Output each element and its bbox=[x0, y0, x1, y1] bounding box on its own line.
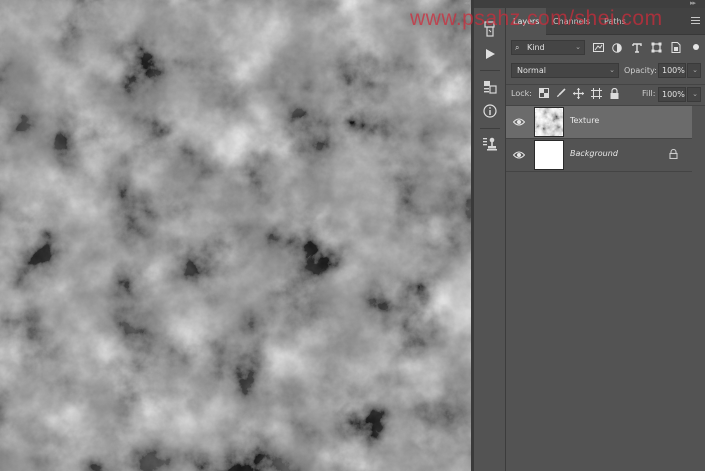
visibility-eye-icon[interactable] bbox=[513, 117, 525, 127]
filter-toggle-icon[interactable] bbox=[693, 44, 699, 50]
chevron-down-icon: ⌄ bbox=[692, 90, 698, 98]
layer-filter-row: ⌕ Kind ⌄ bbox=[506, 40, 705, 56]
panel-menu-icon[interactable] bbox=[691, 17, 700, 25]
opacity-dropdown[interactable]: ⌄ bbox=[687, 63, 701, 78]
search-icon: ⌕ bbox=[515, 43, 520, 52]
lock-label: Lock: bbox=[511, 89, 532, 98]
lock-all-icon[interactable] bbox=[610, 87, 619, 101]
fill-dropdown[interactable]: ⌄ bbox=[687, 87, 701, 102]
blend-mode-value: Normal bbox=[517, 66, 546, 75]
type-filter-icon[interactable] bbox=[630, 40, 644, 55]
fill-input[interactable]: 100% bbox=[658, 87, 686, 102]
strip-separator bbox=[480, 70, 500, 71]
cloud-texture-image bbox=[0, 0, 471, 471]
adjustment-filter-icon[interactable] bbox=[610, 40, 624, 55]
clone-source-icon[interactable] bbox=[474, 133, 506, 155]
blend-opacity-row: Normal ⌄ Opacity: 100% ⌄ bbox=[506, 63, 705, 79]
lock-image-pixels-icon[interactable] bbox=[556, 88, 566, 100]
layers-panel: Layers Channels Paths ⌕ Kind ⌄ Normal ⌄ … bbox=[506, 8, 705, 471]
blend-mode-select[interactable]: Normal ⌄ bbox=[511, 63, 619, 78]
layer-name-background[interactable]: Background bbox=[570, 149, 618, 158]
info-icon[interactable] bbox=[474, 100, 506, 122]
play-action-icon[interactable] bbox=[474, 43, 506, 65]
smart-object-filter-icon[interactable] bbox=[669, 40, 683, 55]
chevron-down-icon: ⌄ bbox=[609, 66, 615, 74]
layer-thumbnail-texture bbox=[534, 107, 564, 137]
shape-filter-icon[interactable] bbox=[649, 40, 663, 55]
fill-label: Fill: bbox=[642, 89, 656, 98]
collapsed-panel-strip bbox=[474, 8, 506, 471]
lock-artboard-icon[interactable] bbox=[591, 88, 602, 101]
site-watermark: www.psahz.com/shei.com bbox=[410, 7, 663, 30]
lock-fill-row: Lock: Fill: 100% ⌄ bbox=[506, 86, 705, 104]
document-canvas[interactable] bbox=[0, 0, 471, 471]
collapse-right-icon[interactable]: ▸▸ bbox=[690, 0, 696, 7]
chevron-down-icon: ⌄ bbox=[692, 66, 698, 74]
layer-separator bbox=[506, 171, 692, 172]
layer-locked-icon[interactable] bbox=[669, 148, 678, 161]
opacity-label: Opacity: bbox=[624, 66, 657, 75]
filter-kind-label: Kind bbox=[527, 43, 545, 52]
properties-icon[interactable] bbox=[474, 76, 506, 98]
lock-transparent-pixels-icon[interactable] bbox=[539, 88, 549, 100]
panel-separator bbox=[506, 84, 705, 85]
collapse-left-icon[interactable]: ◂◂ bbox=[464, 0, 470, 7]
pixel-filter-icon[interactable] bbox=[591, 40, 605, 55]
chevron-down-icon: ⌄ bbox=[575, 43, 581, 51]
opacity-input[interactable]: 100% bbox=[658, 63, 686, 78]
visibility-eye-icon[interactable] bbox=[513, 150, 525, 160]
layer-row-texture[interactable]: Texture bbox=[506, 106, 692, 138]
lock-position-icon[interactable] bbox=[573, 88, 584, 101]
layer-thumbnail-background bbox=[534, 140, 564, 170]
layer-name-texture[interactable]: Texture bbox=[570, 116, 599, 125]
filter-kind-select[interactable]: ⌕ Kind ⌄ bbox=[511, 40, 585, 55]
strip-separator bbox=[480, 128, 500, 129]
layer-row-background[interactable]: Background bbox=[506, 139, 692, 171]
